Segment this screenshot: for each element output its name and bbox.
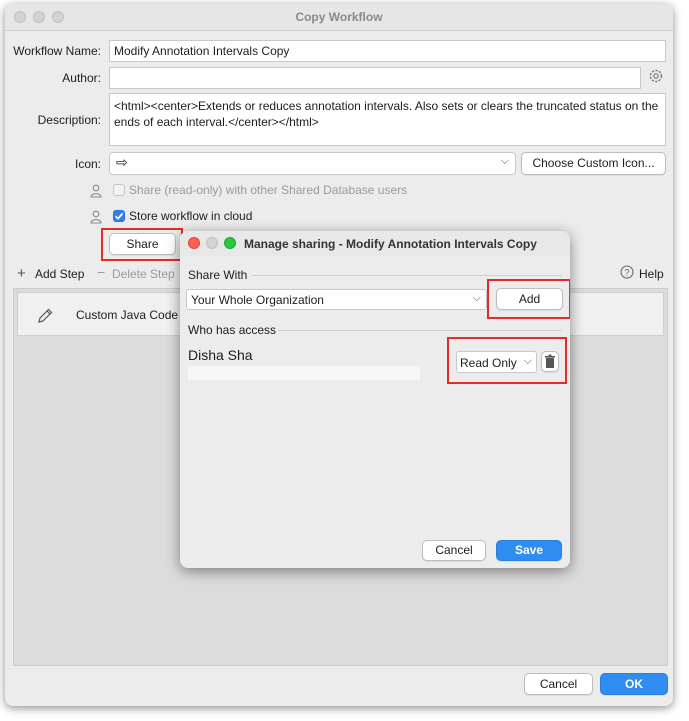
share-with-select[interactable]: Your Whole Organization ⌵ [186,289,487,310]
pencil-icon [36,307,54,325]
dialog-titlebar: Manage sharing - Modify Annotation Inter… [180,231,570,256]
share-with-value: Your Whole Organization [191,293,324,307]
share-with-label: Share With [188,268,248,282]
user-name: Disha Sha [188,347,253,363]
svg-text:?: ? [624,268,629,278]
window-title: Copy Workflow [295,10,383,24]
share-button[interactable]: Share [109,233,176,255]
divider [252,275,562,276]
dialog-save-button[interactable]: Save [496,540,562,561]
zoom-dialog-button[interactable] [224,237,236,249]
divider [278,330,562,331]
person-icon [90,210,102,224]
help-link[interactable]: Help [639,267,664,281]
chevron-down-icon: ⌵ [523,355,532,367]
icon-select[interactable]: ⇨ ⌵ [109,152,516,175]
chevron-down-icon: ⌵ [500,155,509,167]
workflow-name-field[interactable]: Modify Annotation Intervals Copy [109,40,666,62]
share-readonly-checkbox[interactable] [113,184,125,196]
permission-select[interactable]: Read Only ⌵ [456,351,537,373]
minus-icon: − [97,264,106,280]
add-step-button[interactable]: Add Step [35,267,84,281]
share-readonly-label: Share (read-only) with other Shared Data… [129,183,408,197]
person-icon [90,184,102,198]
ok-button[interactable]: OK [600,673,668,695]
description-field[interactable]: <html><center>Extends or reduces annotat… [109,93,666,146]
permission-value: Read Only [460,356,517,370]
workflow-name-label: Workflow Name: [13,44,101,58]
arrow-right-icon: ⇨ [116,154,128,170]
close-dialog-button[interactable] [188,237,200,249]
cancel-button[interactable]: Cancel [524,673,593,695]
choose-custom-icon-button[interactable]: Choose Custom Icon... [521,152,666,175]
dialog-cancel-button[interactable]: Cancel [422,540,486,561]
manage-sharing-dialog: Manage sharing - Modify Annotation Inter… [180,231,570,568]
user-email-redacted [188,366,420,380]
delete-access-button[interactable] [541,351,559,372]
author-label: Author: [62,71,101,85]
description-label: Description: [37,113,101,127]
minimize-dialog-button[interactable] [206,237,218,249]
store-cloud-checkbox[interactable] [113,210,125,222]
who-has-access-label: Who has access [188,323,277,337]
add-button[interactable]: Add [496,288,563,310]
window-titlebar: Copy Workflow [5,4,673,31]
delete-step-button[interactable]: Delete Step [112,267,175,281]
author-field[interactable] [109,67,641,89]
step-label: Custom Java Code [76,308,179,322]
help-icon: ? [620,265,634,279]
plus-icon: + [17,265,26,282]
icon-label: Icon: [74,157,101,171]
trash-icon [545,354,555,368]
chevron-down-icon: ⌵ [472,292,481,304]
gear-icon[interactable] [648,68,664,84]
dialog-title: Manage sharing - Modify Annotation Inter… [244,237,537,251]
store-cloud-label: Store workflow in cloud [129,209,253,223]
